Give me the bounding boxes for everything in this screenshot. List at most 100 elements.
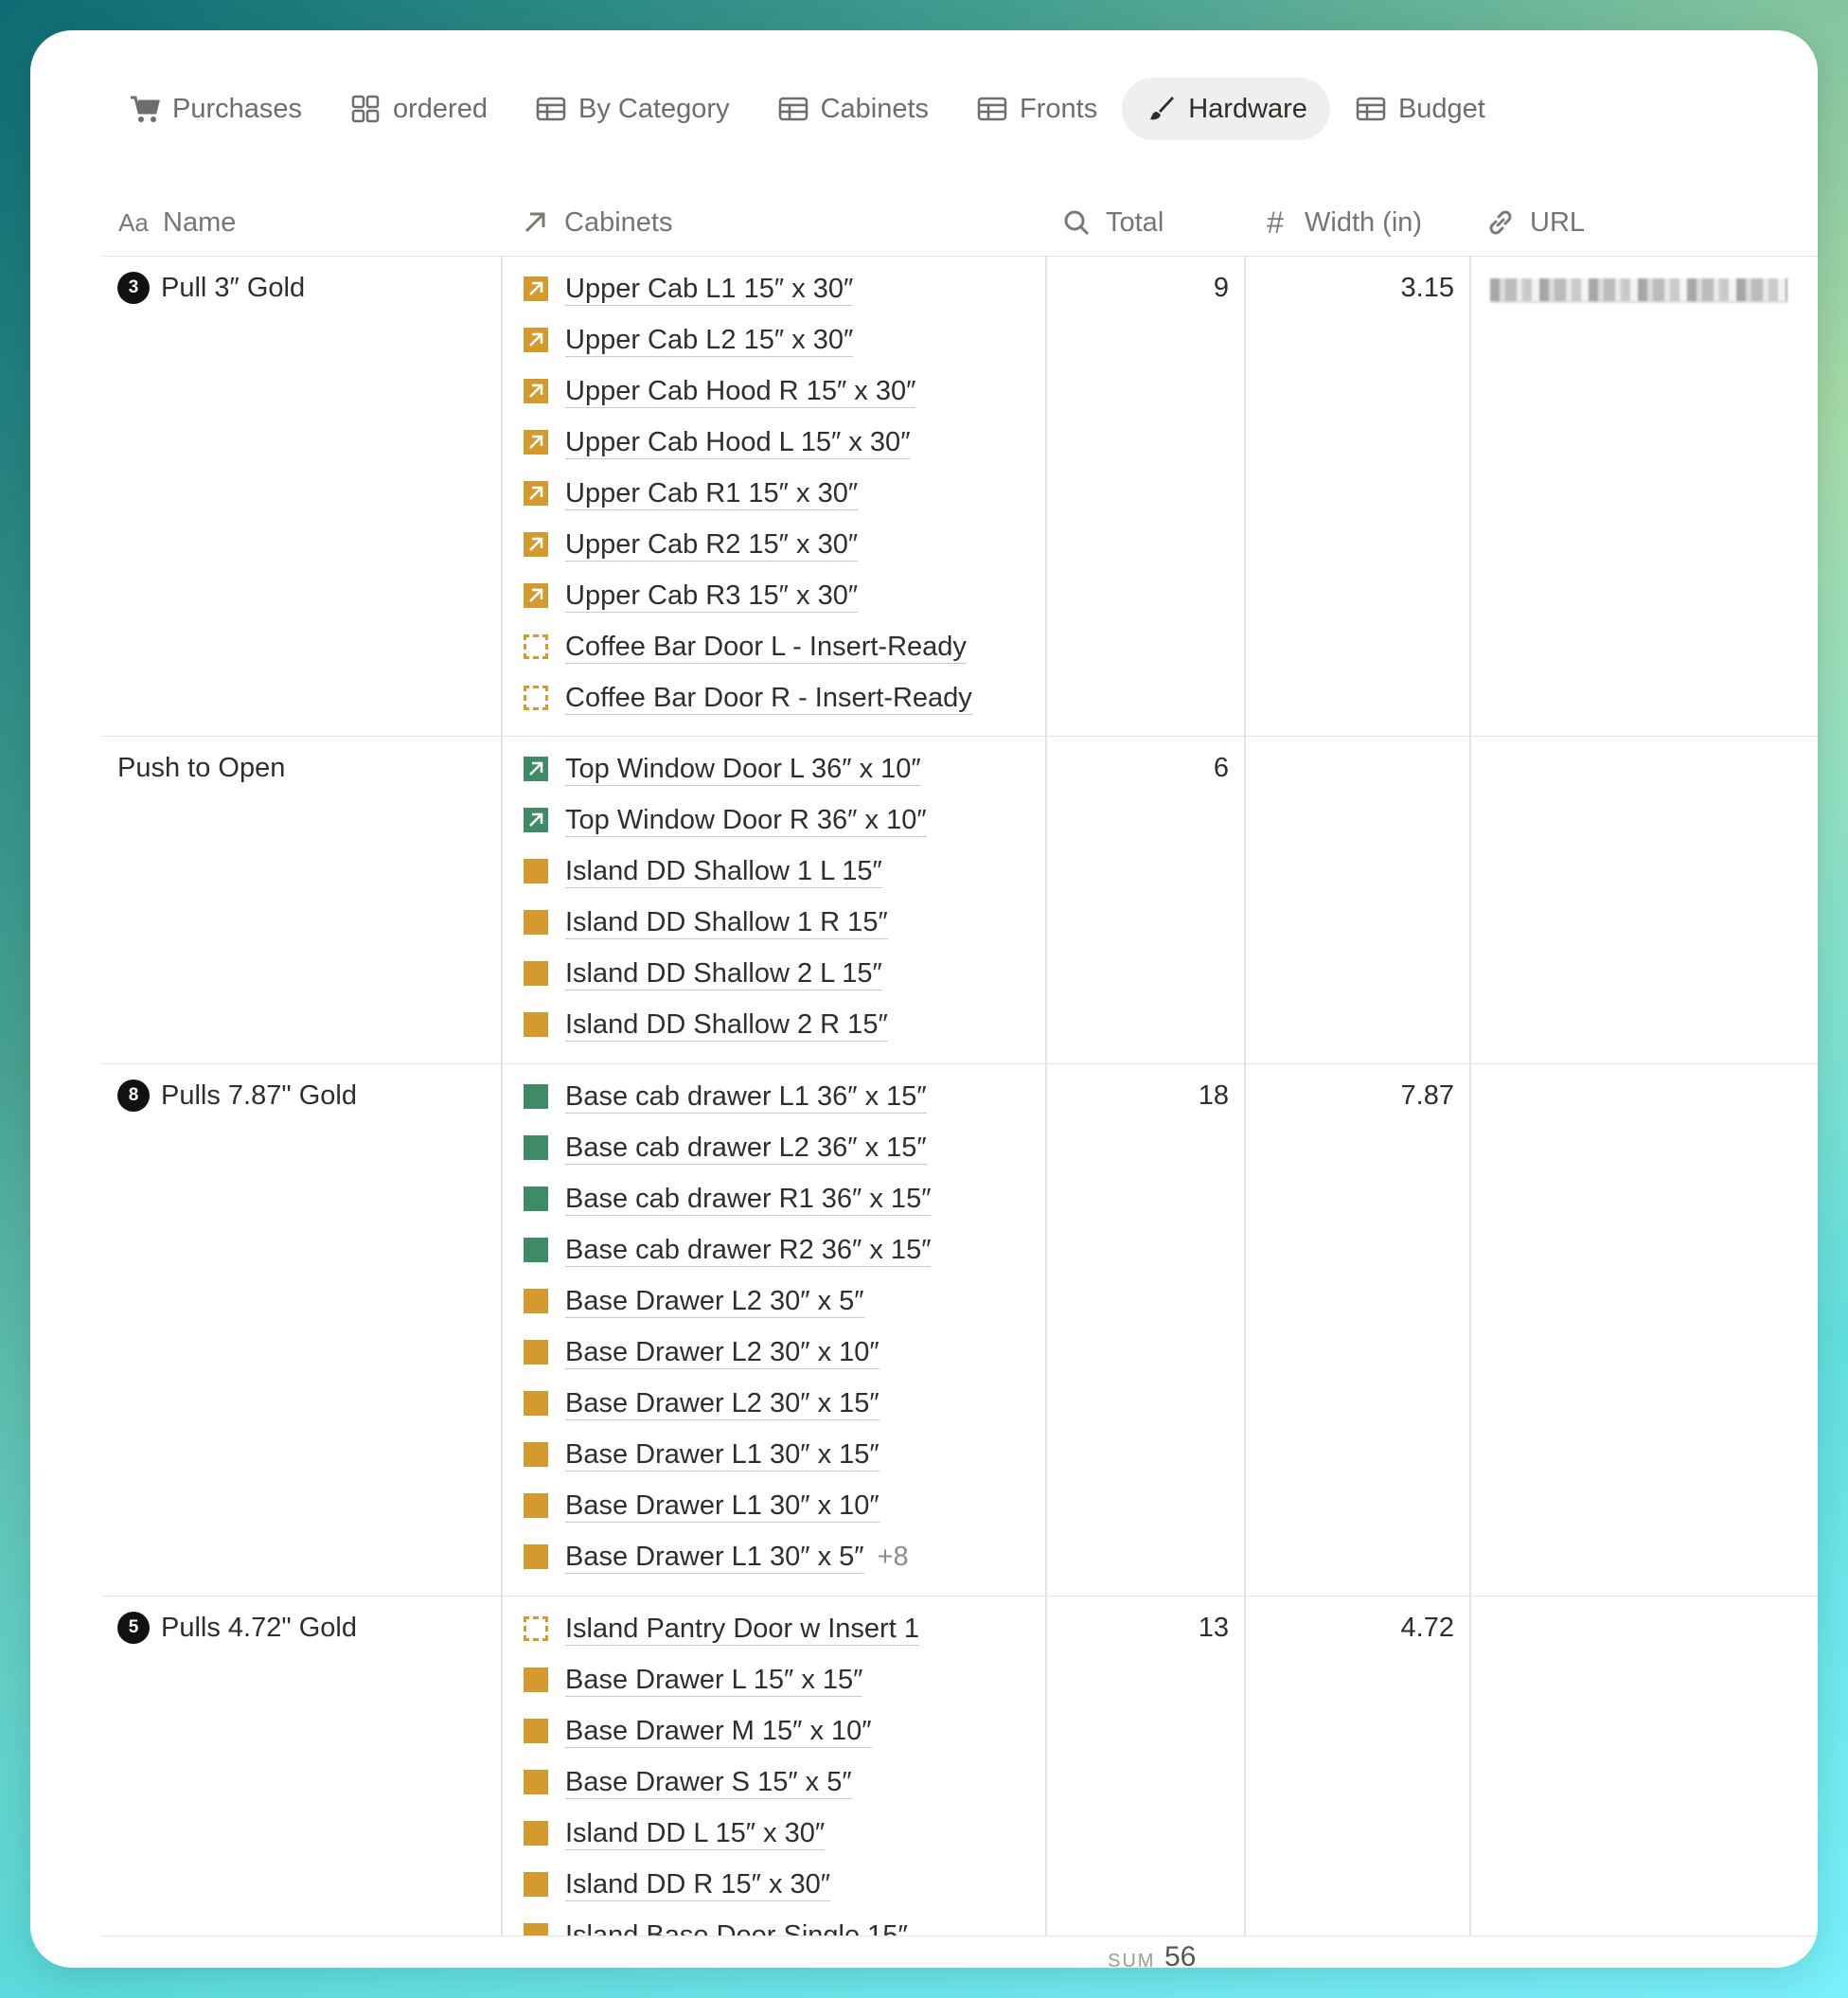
- cabinet-link[interactable]: Base cab drawer L2 36″ x 15″: [524, 1129, 927, 1167]
- width-cell[interactable]: [1248, 749, 1454, 787]
- cabinet-link[interactable]: Island Pantry Door w Insert 1: [524, 1610, 919, 1648]
- cabinet-link[interactable]: Upper Cab Hood L 15″ x 30″: [524, 423, 911, 461]
- cabinet-link[interactable]: Top Window Door L 36″ x 10″: [524, 750, 921, 788]
- table-row[interactable]: 3 Pull 3″ Gold Upper Cab L1 15″ x 30″ Up…: [102, 256, 1818, 737]
- arrow-page-icon: [524, 430, 548, 455]
- arrow-page-icon: [524, 532, 548, 557]
- cabinet-link[interactable]: Base Drawer L1 30″ x 5″ +8: [524, 1538, 909, 1576]
- row-name[interactable]: 8 Pulls 7.87" Gold: [117, 1077, 357, 1115]
- cabinet-link[interactable]: Base cab drawer L1 36″ x 15″: [524, 1078, 927, 1115]
- search-icon: [1060, 206, 1093, 239]
- cabinet-link[interactable]: Coffee Bar Door R - Insert-Ready: [524, 679, 972, 717]
- cabinet-link[interactable]: Island DD L 15″ x 30″: [524, 1814, 826, 1852]
- cabinet-link[interactable]: Upper Cab L1 15″ x 30″: [524, 270, 854, 308]
- cabinet-link[interactable]: Coffee Bar Door L - Insert-Ready: [524, 628, 967, 666]
- cabinet-link[interactable]: Upper Cab R1 15″ x 30″: [524, 474, 859, 512]
- table-icon: [535, 93, 567, 125]
- brush-icon: [1145, 93, 1177, 125]
- cabinet-link[interactable]: Base cab drawer R1 36″ x 15″: [524, 1180, 932, 1218]
- square-page-icon: [524, 961, 548, 986]
- cabinet-link[interactable]: Base Drawer M 15″ x 10″: [524, 1712, 872, 1750]
- count-badge: 5: [117, 1612, 150, 1644]
- cabinet-link[interactable]: Top Window Door R 36″ x 10″: [524, 801, 927, 839]
- cabinet-link[interactable]: Upper Cab L2 15″ x 30″: [524, 321, 854, 359]
- tab-ordered[interactable]: ordered: [327, 78, 510, 140]
- cabinet-link[interactable]: Upper Cab Hood R 15″ x 30″: [524, 372, 916, 410]
- square-page-icon: [524, 1442, 548, 1467]
- table-header: Aa Name Cabinets Total # Width (in) URL: [102, 189, 1818, 257]
- tab-label: ordered: [393, 93, 488, 124]
- cabinet-link[interactable]: Base Drawer L2 30″ x 15″: [524, 1384, 880, 1422]
- tab-label: Cabinets: [820, 93, 930, 124]
- tab-by-category[interactable]: By Category: [512, 78, 753, 140]
- width-cell[interactable]: 7.87: [1248, 1077, 1454, 1115]
- count-badge: 8: [117, 1079, 150, 1112]
- tab-hardware[interactable]: Hardware: [1122, 78, 1330, 140]
- tab-label: Purchases: [172, 93, 303, 124]
- cabinet-link[interactable]: Base Drawer L2 30″ x 10″: [524, 1333, 880, 1371]
- cabinet-link[interactable]: Island DD R 15″ x 30″: [524, 1865, 831, 1903]
- square-page-icon: [524, 1668, 548, 1692]
- view-tabs: Purchases ordered By Category Cabinets F…: [106, 78, 1510, 140]
- cabinet-link[interactable]: Island Base Door Single 15″: [524, 1917, 908, 1936]
- total-cell[interactable]: 13: [1049, 1609, 1229, 1647]
- tab-cabinets[interactable]: Cabinets: [755, 78, 951, 140]
- width-cell[interactable]: 4.72: [1248, 1609, 1454, 1647]
- square-page-icon: [524, 1544, 548, 1569]
- sum-value[interactable]: 56: [1164, 1941, 1196, 1968]
- total-cell[interactable]: 9: [1049, 269, 1229, 307]
- table-body: 3 Pull 3″ Gold Upper Cab L1 15″ x 30″ Up…: [102, 256, 1818, 1936]
- total-cell[interactable]: 18: [1049, 1077, 1229, 1115]
- total-cell[interactable]: 6: [1049, 749, 1229, 787]
- cabinet-link[interactable]: Island DD Shallow 2 L 15″: [524, 954, 882, 992]
- column-header-cabinets[interactable]: Cabinets: [519, 189, 672, 256]
- cabinet-link[interactable]: Base Drawer S 15″ x 5″: [524, 1763, 852, 1801]
- table-icon: [976, 93, 1008, 125]
- arrow-page-icon: [524, 277, 548, 301]
- square-page-icon: [524, 1821, 548, 1846]
- gallery-icon: [349, 93, 382, 125]
- number-hash-icon: #: [1267, 205, 1284, 240]
- dashed-square-icon: [524, 634, 548, 659]
- row-name[interactable]: 3 Pull 3″ Gold: [117, 269, 305, 307]
- table-row[interactable]: Push to Open Top Window Door L 36″ x 10″…: [102, 736, 1818, 1064]
- square-page-icon: [524, 1084, 548, 1109]
- dashed-square-icon: [524, 1616, 548, 1641]
- column-header-total[interactable]: Total: [1060, 189, 1164, 256]
- square-page-icon: [524, 859, 548, 883]
- square-page-icon: [524, 910, 548, 935]
- more-relations-count[interactable]: +8: [878, 1542, 909, 1573]
- tab-fronts[interactable]: Fronts: [953, 78, 1120, 140]
- cabinet-link[interactable]: Island DD Shallow 1 R 15″: [524, 903, 888, 941]
- count-badge: 3: [117, 272, 150, 304]
- table-row[interactable]: 8 Pulls 7.87" Gold Base cab drawer L1 36…: [102, 1063, 1818, 1597]
- square-page-icon: [524, 1186, 548, 1211]
- row-name[interactable]: 5 Pulls 4.72" Gold: [117, 1609, 357, 1647]
- cabinet-link[interactable]: Base Drawer L1 30″ x 10″: [524, 1487, 880, 1525]
- cabinet-link[interactable]: Base Drawer L2 30″ x 5″: [524, 1282, 864, 1320]
- cabinet-link[interactable]: Upper Cab R3 15″ x 30″: [524, 577, 859, 615]
- arrow-page-icon: [524, 583, 548, 608]
- database-view-card: Purchases ordered By Category Cabinets F…: [30, 30, 1818, 1968]
- cabinet-link[interactable]: Base Drawer L 15″ x 15″: [524, 1661, 863, 1699]
- relation-arrow-icon: [519, 206, 551, 239]
- column-header-name[interactable]: Aa Name: [117, 189, 236, 256]
- column-header-url[interactable]: URL: [1484, 189, 1585, 256]
- cabinet-link[interactable]: Island DD Shallow 2 R 15″: [524, 1006, 888, 1044]
- table-row[interactable]: 5 Pulls 4.72" Gold Island Pantry Door w …: [102, 1596, 1818, 1936]
- url-link-blurred[interactable]: [1490, 278, 1787, 303]
- tab-label: Fronts: [1020, 93, 1098, 124]
- tab-purchases[interactable]: Purchases: [106, 78, 325, 140]
- cabinet-link[interactable]: Island DD Shallow 1 L 15″: [524, 852, 882, 890]
- square-page-icon: [524, 1493, 548, 1518]
- column-header-width[interactable]: # Width (in): [1259, 189, 1422, 256]
- cabinet-link[interactable]: Base cab drawer R2 36″ x 15″: [524, 1231, 932, 1269]
- cart-icon: [129, 93, 161, 125]
- arrow-page-icon: [524, 808, 548, 832]
- tab-budget[interactable]: Budget: [1332, 78, 1508, 140]
- table-icon: [1355, 93, 1387, 125]
- row-name[interactable]: Push to Open: [117, 749, 285, 787]
- width-cell[interactable]: 3.15: [1248, 269, 1454, 307]
- cabinet-link[interactable]: Base Drawer L1 30″ x 15″: [524, 1436, 880, 1473]
- cabinet-link[interactable]: Upper Cab R2 15″ x 30″: [524, 526, 859, 563]
